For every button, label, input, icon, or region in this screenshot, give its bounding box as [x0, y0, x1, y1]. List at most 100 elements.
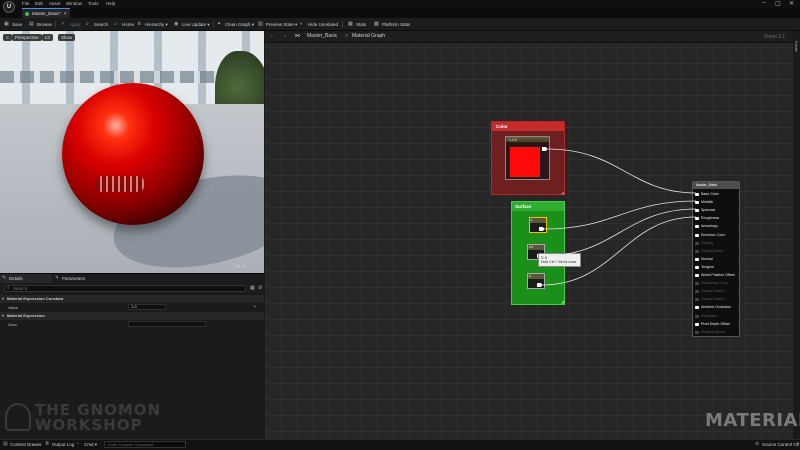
input-pin-icon[interactable]	[695, 241, 699, 245]
section-material-expression[interactable]: ▾ Material Expression	[0, 312, 264, 320]
master-pin-row[interactable]: Metallic	[695, 200, 713, 205]
apply-button[interactable]: ✓ Apply	[61, 20, 80, 29]
live-update-button[interactable]: ◉ Live Update ▾	[174, 20, 210, 29]
source-control-button[interactable]: ⊘ Source Control Off	[755, 441, 799, 448]
details-search-input[interactable]: ⌕ Search	[4, 285, 246, 292]
master-pin-row[interactable]: Refraction	[695, 314, 717, 319]
menu-edit[interactable]: Edit	[35, 1, 43, 6]
input-pin-icon[interactable]	[695, 249, 699, 253]
input-pin-icon[interactable]	[695, 314, 699, 318]
surface-comment-title: Surface	[512, 202, 564, 211]
section-material-expression-constant[interactable]: ▾ Material Expression Constant	[0, 295, 264, 303]
master-pin-row[interactable]: Opacity	[695, 241, 713, 246]
search-button[interactable]: ⌕ Search	[86, 20, 108, 29]
perspective-button[interactable]: Perspective	[12, 34, 42, 41]
input-pin-icon[interactable]	[695, 265, 699, 269]
show-button[interactable]: Show	[58, 34, 76, 41]
cmd-label: Cmd	[84, 442, 94, 447]
input-pin-icon[interactable]	[695, 233, 699, 237]
tab-details[interactable]: ✎ Details	[0, 274, 52, 283]
lit-button[interactable]: Lit	[42, 34, 53, 41]
master-pin-row[interactable]: World Position Offset	[695, 273, 735, 278]
master-pin-row[interactable]: Subsurface Color	[695, 281, 729, 286]
save-button[interactable]: ▣ Save	[4, 20, 22, 29]
reset-arrow-icon[interactable]: ↰	[253, 304, 256, 309]
viewport-options-icon[interactable]: ≡	[3, 34, 12, 41]
input-pin-icon[interactable]	[695, 282, 699, 286]
master-pin-row[interactable]: Ambient Occlusion	[695, 305, 731, 310]
tab-master-basic[interactable]: Master_Basic* ✕	[22, 8, 70, 18]
input-pin-icon[interactable]	[695, 290, 699, 294]
cmd-dropdown[interactable]: › Cmd ▾	[77, 441, 97, 448]
home-button[interactable]: ⌂ Home	[114, 20, 134, 29]
graph-icon: ⋈	[295, 33, 300, 39]
preview-viewport[interactable]: ≡ Perspective Lit Show ⊹ ▫▫	[0, 31, 264, 273]
constant-node-metallic[interactable]: 1	[529, 217, 547, 233]
master-pin-row[interactable]: Tangent	[695, 265, 714, 270]
output-log-button[interactable]: ≣ Output Log	[45, 441, 74, 448]
master-pin-label: Ambient Occlusion	[701, 305, 731, 310]
constant3vector-node[interactable]: 1,0,0	[505, 136, 550, 180]
console-input[interactable]: Enter Console Command	[104, 441, 186, 448]
master-pin-row[interactable]: Shading Model	[695, 330, 725, 335]
close-window-icon[interactable]: ✕	[789, 0, 794, 7]
menu-help[interactable]: Help	[106, 1, 115, 6]
input-pin-icon[interactable]	[695, 201, 699, 205]
master-pin-row[interactable]: Custom Data 1	[695, 297, 725, 302]
minimize-icon[interactable]: –	[762, 0, 765, 6]
input-pin-icon[interactable]	[695, 322, 699, 326]
palette-strip[interactable]: Palette	[793, 31, 800, 439]
input-pin-icon[interactable]	[695, 193, 699, 196]
input-pin-icon[interactable]	[695, 330, 699, 334]
input-pin-icon[interactable]	[695, 257, 699, 261]
hide-unrelated-button[interactable]: ◐ Hide Unrelated	[300, 20, 338, 29]
grid-view-icon[interactable]: ▦	[250, 285, 255, 291]
forward-arrow-icon[interactable]: →	[282, 33, 287, 39]
master-pin-row[interactable]: Custom Data 0	[695, 289, 725, 294]
menu-tools[interactable]: Tools	[88, 1, 99, 6]
hierarchy-button[interactable]: ⋔ Hierarchy ▾	[137, 20, 168, 29]
master-pin-row[interactable]: Emissive Color	[695, 233, 725, 238]
unreal-logo-icon[interactable]: U	[3, 1, 15, 13]
master-pin-row[interactable]: Roughness	[695, 216, 719, 221]
platform-stats-button[interactable]: ▩ Platform Stats	[374, 20, 410, 29]
input-pin-icon[interactable]	[695, 274, 699, 277]
color-output-pin[interactable]	[542, 147, 547, 151]
input-pin-icon[interactable]	[695, 209, 699, 213]
constant-node-roughness[interactable]: 0	[527, 273, 545, 289]
back-arrow-icon[interactable]: ←	[270, 33, 275, 39]
master-pin-row[interactable]: Specular	[695, 208, 715, 213]
input-pin-icon[interactable]	[695, 306, 699, 310]
resize-handle-icon[interactable]: ◢	[561, 190, 564, 195]
constant-output-pin[interactable]	[539, 227, 544, 231]
breadcrumb-root[interactable]: Master_Basic	[307, 33, 337, 39]
constant-output-pin[interactable]	[537, 283, 542, 287]
constant-specular-value: 0.5	[528, 245, 544, 250]
clean-graph-button[interactable]: ✦ Clean Graph ▾	[217, 20, 254, 29]
input-pin-icon[interactable]	[695, 225, 699, 229]
desc-field[interactable]	[128, 321, 206, 327]
settings-icon[interactable]: ⚙	[258, 285, 262, 291]
menu-window[interactable]: Window	[66, 1, 82, 6]
input-pin-icon[interactable]	[695, 298, 699, 302]
master-pin-row[interactable]: Normal	[695, 257, 713, 262]
input-pin-icon[interactable]	[695, 217, 699, 221]
master-pin-row[interactable]: Anisotropy	[695, 224, 718, 229]
menu-asset[interactable]: Asset	[49, 1, 60, 6]
content-drawer-button[interactable]: ▤ Content Drawer	[3, 441, 42, 448]
tab-parameters[interactable]: ✎ Parameters	[53, 274, 113, 283]
master-pin-row[interactable]: Base Color	[695, 192, 719, 197]
master-pin-row[interactable]: Pixel Depth Offset	[695, 322, 730, 327]
stats-button[interactable]: ▦ Stats	[348, 20, 366, 29]
preview-state-button[interactable]: ▥ Preview State ▾	[258, 20, 297, 29]
master-pin-row[interactable]: Opacity Mask	[695, 249, 723, 254]
resize-handle-icon[interactable]: ◢	[561, 299, 564, 304]
platform-stats-icon: ▩	[374, 21, 379, 27]
breadcrumb-graph[interactable]: Material Graph	[352, 33, 385, 39]
value-field[interactable]: 1.0	[128, 304, 166, 310]
browse-button[interactable]: ▤ Browse	[29, 20, 52, 29]
maximize-icon[interactable]: ▢	[775, 0, 781, 7]
menu-file[interactable]: File	[22, 1, 29, 6]
close-tab-icon[interactable]: ✕	[63, 11, 67, 17]
master-material-node[interactable]: Master_Basic Base Color Metallic Specular R…	[692, 181, 740, 337]
